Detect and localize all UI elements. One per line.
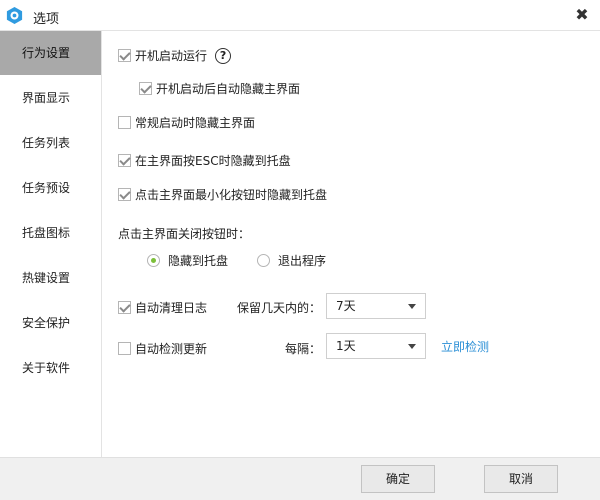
chevron-down-icon [408, 344, 416, 349]
autostart-hide-checkbox[interactable] [139, 82, 152, 95]
log-cleanup-option[interactable]: 自动清理日志 [118, 299, 207, 316]
autostart-option[interactable]: 开机启动运行 ? [118, 47, 232, 64]
minimize-tray-option[interactable]: 点击主界面最小化按钮时隐藏到托盘 [118, 186, 327, 203]
sidebar-item-hotkeys[interactable]: 热键设置 [0, 256, 101, 300]
log-cleanup-label: 自动清理日志 [135, 301, 208, 315]
sidebar-item-task-list[interactable]: 任务列表 [0, 121, 101, 165]
keep-days-label: 保留几天内的： [237, 301, 322, 315]
esc-tray-label: 在主界面按ESC时隐藏到托盘 [135, 154, 291, 168]
log-cleanup-checkbox[interactable] [118, 301, 131, 314]
auto-update-label: 自动检测更新 [135, 342, 208, 356]
radio-exit-program[interactable]: 退出程序 [257, 252, 326, 269]
close-behavior-label: 点击主界面关闭按钮时： [118, 227, 251, 241]
hide-to-tray-label: 隐藏到托盘 [168, 254, 229, 268]
minimize-tray-checkbox[interactable] [118, 188, 131, 201]
esc-tray-checkbox[interactable] [118, 154, 131, 167]
sidebar-item-about[interactable]: 关于软件 [0, 346, 101, 390]
autostart-checkbox[interactable] [118, 49, 131, 62]
sidebar-item-behavior[interactable]: 行为设置 [0, 31, 101, 75]
window-title: 选项 [33, 12, 60, 27]
settings-panel: 开机启动运行 ? 开机启动后自动隐藏主界面 常规启动时隐藏主界面 在主界面按ES… [102, 31, 600, 457]
check-now-link[interactable]: 立即检测 [441, 338, 489, 355]
normal-hide-checkbox[interactable] [118, 116, 131, 129]
interval-label: 每隔： [285, 342, 322, 356]
sidebar-item-tray-icon[interactable]: 托盘图标 [0, 211, 101, 255]
dialog-footer: 确定 取消 [0, 457, 600, 500]
interval-value: 1天 [336, 339, 356, 353]
minimize-tray-label: 点击主界面最小化按钮时隐藏到托盘 [135, 188, 328, 202]
chevron-down-icon [408, 304, 416, 309]
autostart-label: 开机启动运行 [135, 49, 208, 63]
hide-to-tray-radio[interactable] [147, 254, 160, 267]
title-bar: 选项 ✖ [0, 0, 600, 31]
normal-hide-label: 常规启动时隐藏主界面 [135, 116, 256, 130]
esc-tray-option[interactable]: 在主界面按ESC时隐藏到托盘 [118, 152, 291, 169]
keep-days-select[interactable]: 7天 [326, 293, 426, 319]
interval-select[interactable]: 1天 [326, 333, 426, 359]
exit-program-label: 退出程序 [278, 254, 327, 268]
sidebar-item-task-preset[interactable]: 任务预设 [0, 166, 101, 210]
auto-update-checkbox[interactable] [118, 342, 131, 355]
sidebar-item-display[interactable]: 界面显示 [0, 76, 101, 120]
help-icon[interactable]: ? [215, 47, 232, 64]
radio-hide-to-tray[interactable]: 隐藏到托盘 [147, 252, 228, 269]
sidebar: 行为设置 界面显示 任务列表 任务预设 托盘图标 热键设置 安全保护 关于软件 [0, 31, 102, 457]
close-icon[interactable]: ✖ [572, 5, 592, 25]
keep-days-value: 7天 [336, 299, 356, 313]
cancel-button[interactable]: 取消 [484, 465, 558, 493]
auto-update-option[interactable]: 自动检测更新 [118, 340, 207, 357]
autostart-hide-option[interactable]: 开机启动后自动隐藏主界面 [139, 80, 300, 97]
normal-hide-option[interactable]: 常规启动时隐藏主界面 [118, 114, 255, 131]
sidebar-item-security[interactable]: 安全保护 [0, 301, 101, 345]
ok-button[interactable]: 确定 [361, 465, 435, 493]
exit-program-radio[interactable] [257, 254, 270, 267]
app-logo-icon [6, 6, 23, 25]
autostart-hide-label: 开机启动后自动隐藏主界面 [156, 82, 301, 96]
